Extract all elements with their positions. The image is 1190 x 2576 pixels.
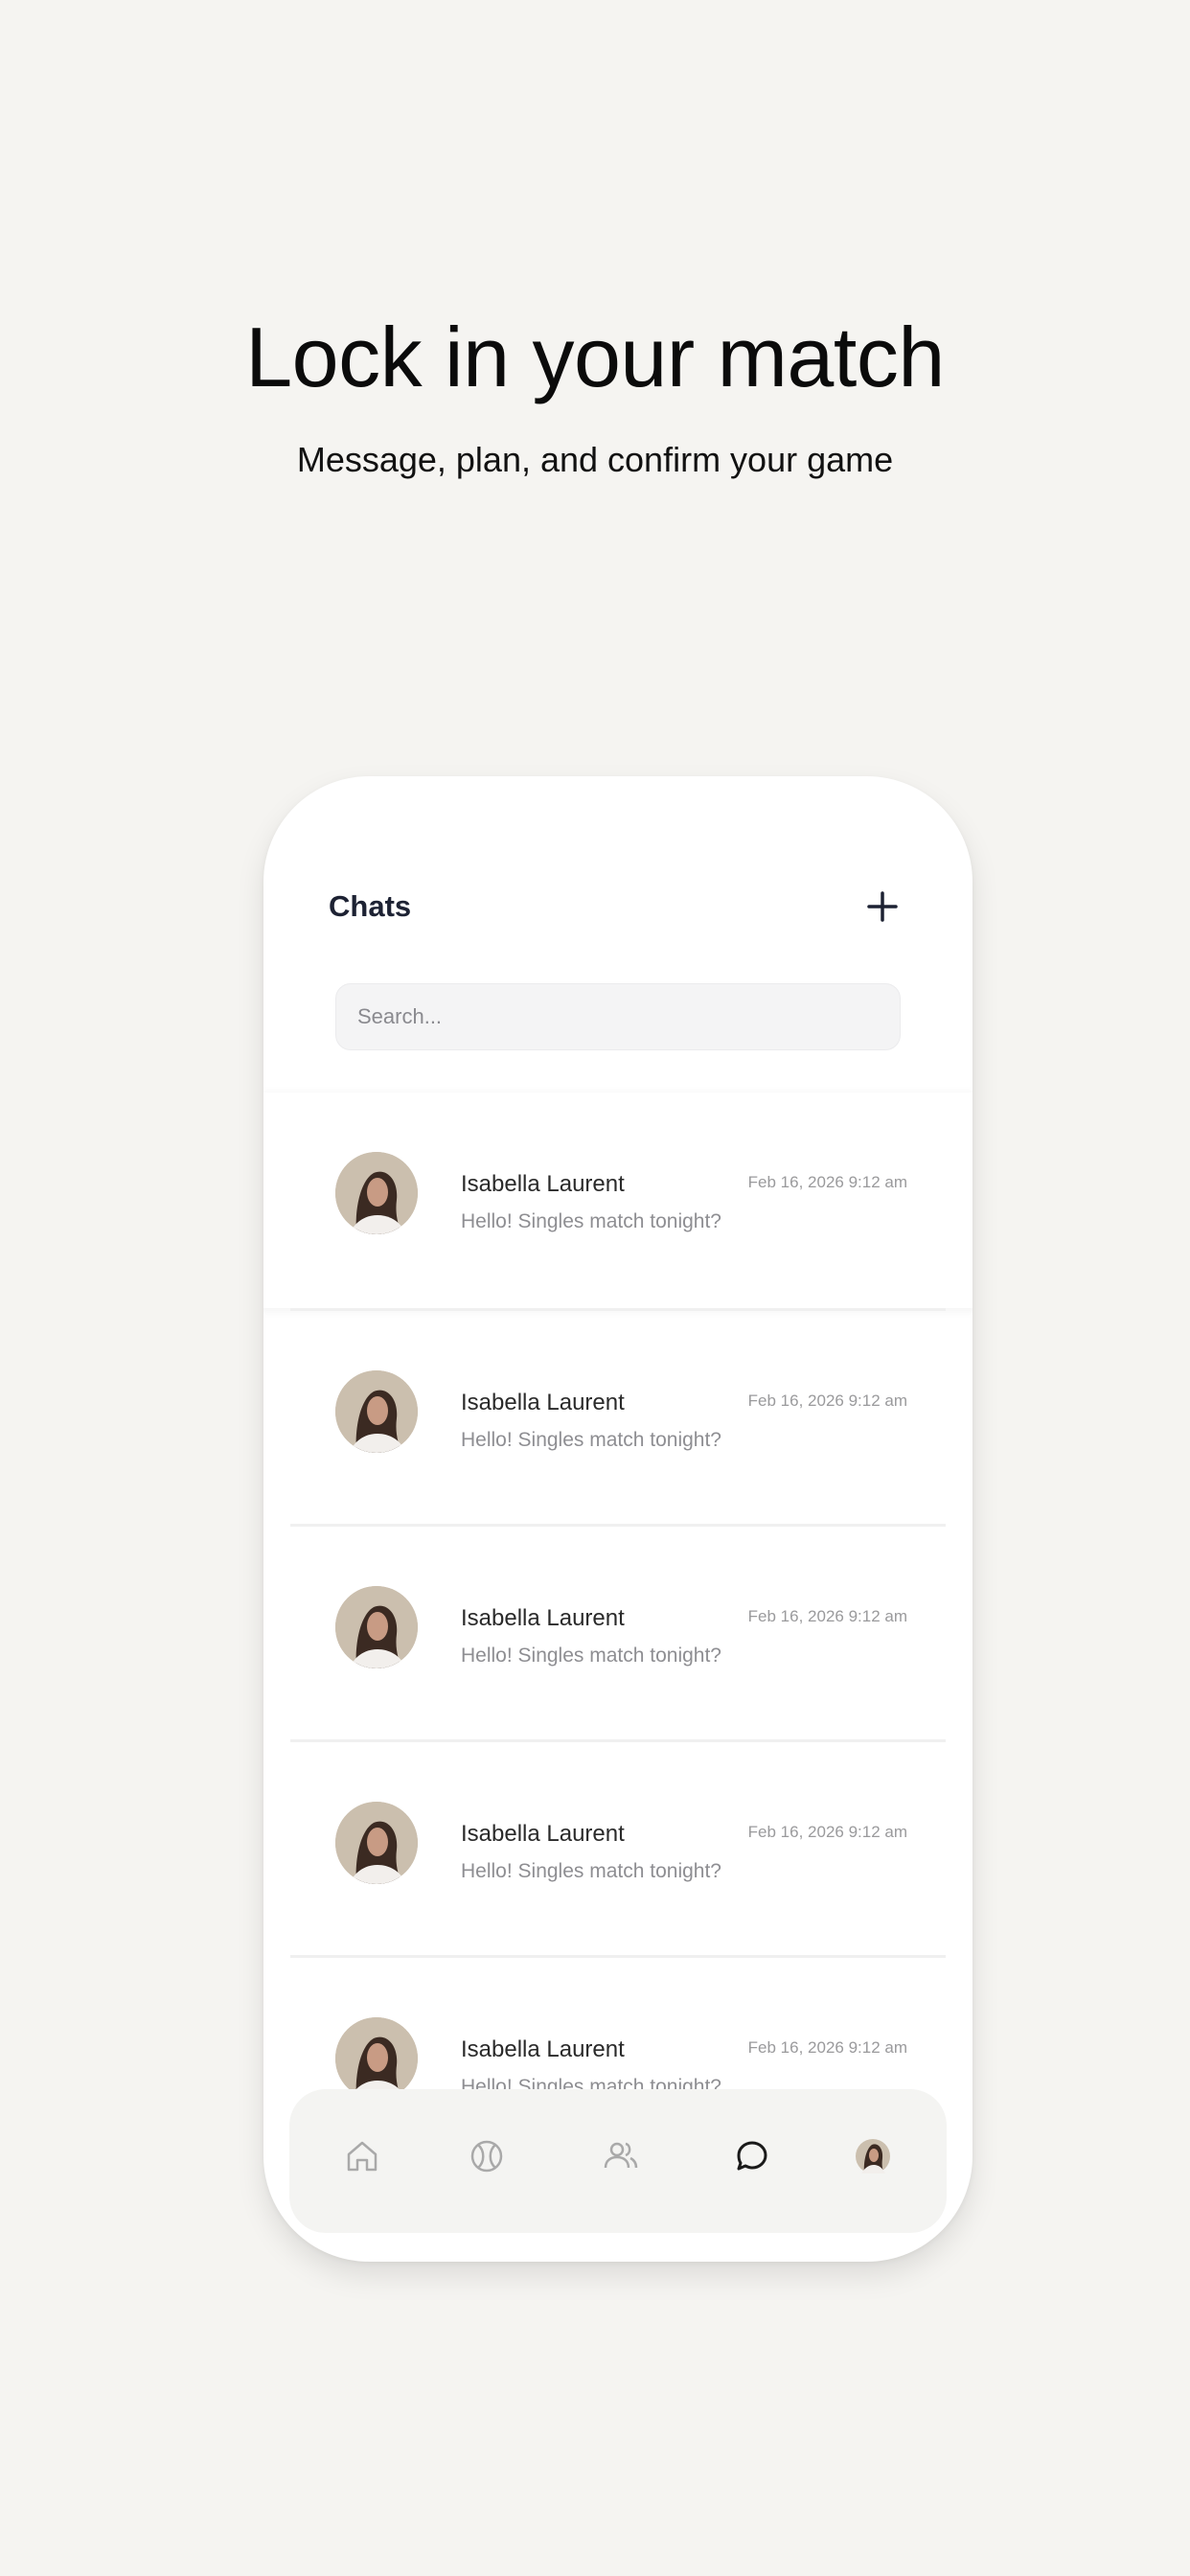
bottom-tab-bar	[289, 2089, 947, 2233]
chat-row[interactable]: Isabella Laurent Hello! Singles match to…	[290, 1739, 946, 1955]
tab-profile[interactable]	[846, 2129, 900, 2183]
avatar	[335, 1370, 418, 1453]
chat-name: Isabella Laurent	[461, 2036, 625, 2062]
chat-timestamp: Feb 16, 2026 9:12 am	[747, 1607, 907, 1625]
chats-title: Chats	[329, 889, 412, 923]
chat-timestamp: Feb 16, 2026 9:12 am	[747, 1173, 907, 1191]
chat-row[interactable]: Isabella Laurent Hello! Singles match to…	[263, 1092, 973, 1308]
chat-name: Isabella Laurent	[461, 1390, 625, 1415]
avatar	[335, 1152, 418, 1234]
chat-name: Isabella Laurent	[461, 1171, 625, 1197]
avatar	[335, 1586, 418, 1668]
new-chat-button[interactable]	[863, 887, 902, 926]
chat-row[interactable]: Isabella Laurent Hello! Singles match to…	[290, 1308, 946, 1524]
chat-preview: Hello! Singles match tonight?	[461, 1210, 721, 1232]
avatar	[335, 2017, 418, 2100]
chat-timestamp: Feb 16, 2026 9:12 am	[747, 1823, 907, 1841]
profile-avatar	[856, 2139, 890, 2174]
hero-subtitle: Message, plan, and confirm your game	[296, 440, 894, 479]
chat-row[interactable]: Isabella Laurent Hello! Singles match to…	[290, 1524, 946, 1739]
chat-preview: Hello! Singles match tonight?	[461, 1644, 721, 1667]
users-icon	[604, 2142, 638, 2169]
avatar	[335, 1802, 418, 1884]
chat-timestamp: Feb 16, 2026 9:12 am	[747, 1392, 907, 1410]
home-icon	[347, 2141, 378, 2172]
phone-frame: Chats Isabella Laurent Hello! Singles ma…	[263, 776, 973, 2262]
search-input[interactable]	[335, 983, 901, 1050]
tab-matches[interactable]	[460, 2129, 514, 2183]
chat-icon	[737, 2141, 767, 2171]
tab-home[interactable]	[335, 2129, 389, 2183]
chat-name: Isabella Laurent	[461, 1821, 625, 1847]
tennis-ball-icon	[470, 2140, 503, 2173]
chat-preview: Hello! Singles match tonight?	[461, 1429, 721, 1451]
chat-timestamp: Feb 16, 2026 9:12 am	[747, 2038, 907, 2057]
chat-list: Isabella Laurent Hello! Singles match to…	[263, 1092, 973, 2171]
chat-preview: Hello! Singles match tonight?	[461, 1860, 721, 1882]
plus-icon	[867, 891, 898, 922]
tab-chats[interactable]	[725, 2129, 779, 2183]
chat-name: Isabella Laurent	[461, 1605, 625, 1631]
hero-title: Lock in your match	[245, 310, 945, 404]
tab-people[interactable]	[594, 2129, 648, 2183]
